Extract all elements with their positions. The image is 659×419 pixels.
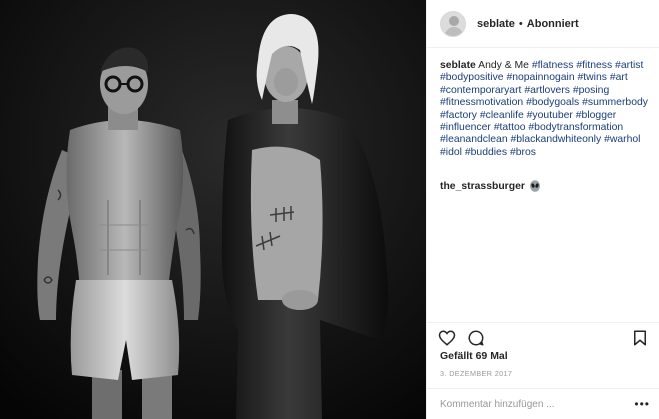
- hashtag-link[interactable]: #bodytransformation: [528, 122, 623, 133]
- more-options-button[interactable]: •••: [634, 397, 650, 411]
- hashtag-link[interactable]: #influencer: [440, 122, 491, 133]
- hashtag-link[interactable]: #flatness: [532, 60, 574, 71]
- hashtag-link[interactable]: #leanandclean: [440, 134, 508, 145]
- comment-input[interactable]: [440, 398, 620, 410]
- post-caption: seblate Andy & Me #flatness #fitness #ar…: [440, 60, 650, 159]
- comment-item: the_strassburger: [440, 180, 541, 192]
- heart-icon[interactable]: [438, 329, 456, 347]
- instagram-post: seblate • Abonniert seblate Andy & Me #f…: [0, 0, 659, 419]
- hashtag-link[interactable]: #blackandwhiteonly: [511, 134, 602, 145]
- avatar-body: [445, 26, 463, 36]
- hashtag-list: #flatness #fitness #artist #bodypositive…: [440, 60, 648, 158]
- hashtag-link[interactable]: #summerbody: [582, 97, 648, 108]
- avatar[interactable]: [440, 10, 466, 37]
- hashtag-link[interactable]: #cleanlife: [480, 110, 524, 121]
- hashtag-link[interactable]: #twins: [578, 72, 607, 83]
- comment-username[interactable]: the_strassburger: [440, 181, 525, 192]
- bookmark-icon[interactable]: [631, 329, 649, 347]
- post-date: 3. DEZEMBER 2017: [440, 369, 513, 378]
- hashtag-link[interactable]: #contemporaryart: [440, 85, 521, 96]
- follow-status-button[interactable]: Abonniert: [527, 18, 579, 30]
- hashtag-link[interactable]: #fitness: [576, 60, 612, 71]
- avatar-head: [449, 15, 459, 26]
- likes-count[interactable]: Gefällt 69 Mal: [440, 350, 508, 362]
- hashtag-link[interactable]: #warhol: [604, 134, 640, 145]
- hashtag-link[interactable]: #artlovers: [524, 85, 570, 96]
- action-bar: [427, 322, 659, 346]
- hashtag-link[interactable]: #artist: [615, 60, 643, 71]
- hashtag-link[interactable]: #blogger: [576, 110, 616, 121]
- add-comment-bar: •••: [427, 388, 659, 419]
- hashtag-link[interactable]: #bodypositive: [440, 72, 504, 83]
- hashtag-link[interactable]: #factory: [440, 110, 477, 121]
- header-separator: •: [518, 17, 523, 30]
- post-sidebar: seblate • Abonniert seblate Andy & Me #f…: [426, 0, 659, 419]
- caption-text: Andy & Me: [478, 60, 529, 71]
- hashtag-link[interactable]: #youtuber: [527, 110, 573, 121]
- photo-illustration: [0, 0, 426, 419]
- caption-username[interactable]: seblate: [440, 60, 476, 71]
- hashtag-link[interactable]: #idol: [440, 147, 462, 158]
- hashtag-link[interactable]: #bros: [510, 147, 536, 158]
- hashtag-link[interactable]: #posing: [573, 85, 609, 96]
- hashtag-link[interactable]: #art: [610, 72, 628, 83]
- post-header: seblate • Abonniert: [427, 0, 659, 48]
- hashtag-link[interactable]: #fitnessmotivation: [440, 97, 523, 108]
- comment-icon[interactable]: [467, 329, 485, 347]
- hashtag-link[interactable]: #tattoo: [494, 122, 526, 133]
- alien-icon: [529, 180, 540, 192]
- header-username[interactable]: seblate: [477, 18, 515, 30]
- post-photo[interactable]: [0, 0, 426, 419]
- hashtag-link[interactable]: #bodygoals: [526, 97, 579, 108]
- hashtag-link[interactable]: #buddies: [465, 147, 507, 158]
- hashtag-link[interactable]: #nopainnogain: [506, 72, 574, 83]
